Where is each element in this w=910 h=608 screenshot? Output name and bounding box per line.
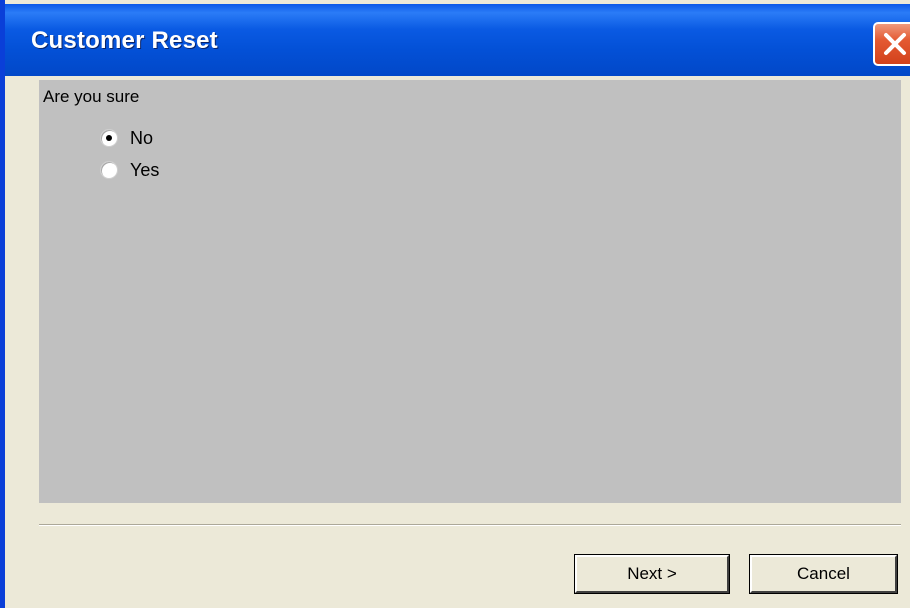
content-panel: Are you sure No Yes <box>39 80 901 503</box>
radio-option-yes[interactable]: Yes <box>100 159 159 181</box>
separator-line <box>39 524 901 526</box>
close-icon <box>884 33 906 55</box>
radio-label-yes[interactable]: Yes <box>130 160 159 181</box>
title-bar[interactable]: Customer Reset <box>5 4 910 76</box>
radio-selected-dot <box>106 135 112 141</box>
close-button[interactable] <box>873 22 910 66</box>
radio-button-yes[interactable] <box>100 161 118 179</box>
dialog-window: Customer Reset Are you sure No Yes Next … <box>0 0 910 608</box>
prompt-label: Are you sure <box>43 87 140 106</box>
next-button[interactable]: Next > <box>574 554 730 594</box>
cancel-button[interactable]: Cancel <box>749 554 898 594</box>
radio-option-no[interactable]: No <box>100 127 153 149</box>
radio-button-no[interactable] <box>100 129 118 147</box>
window-title: Customer Reset <box>31 27 218 54</box>
radio-label-no[interactable]: No <box>130 128 153 149</box>
